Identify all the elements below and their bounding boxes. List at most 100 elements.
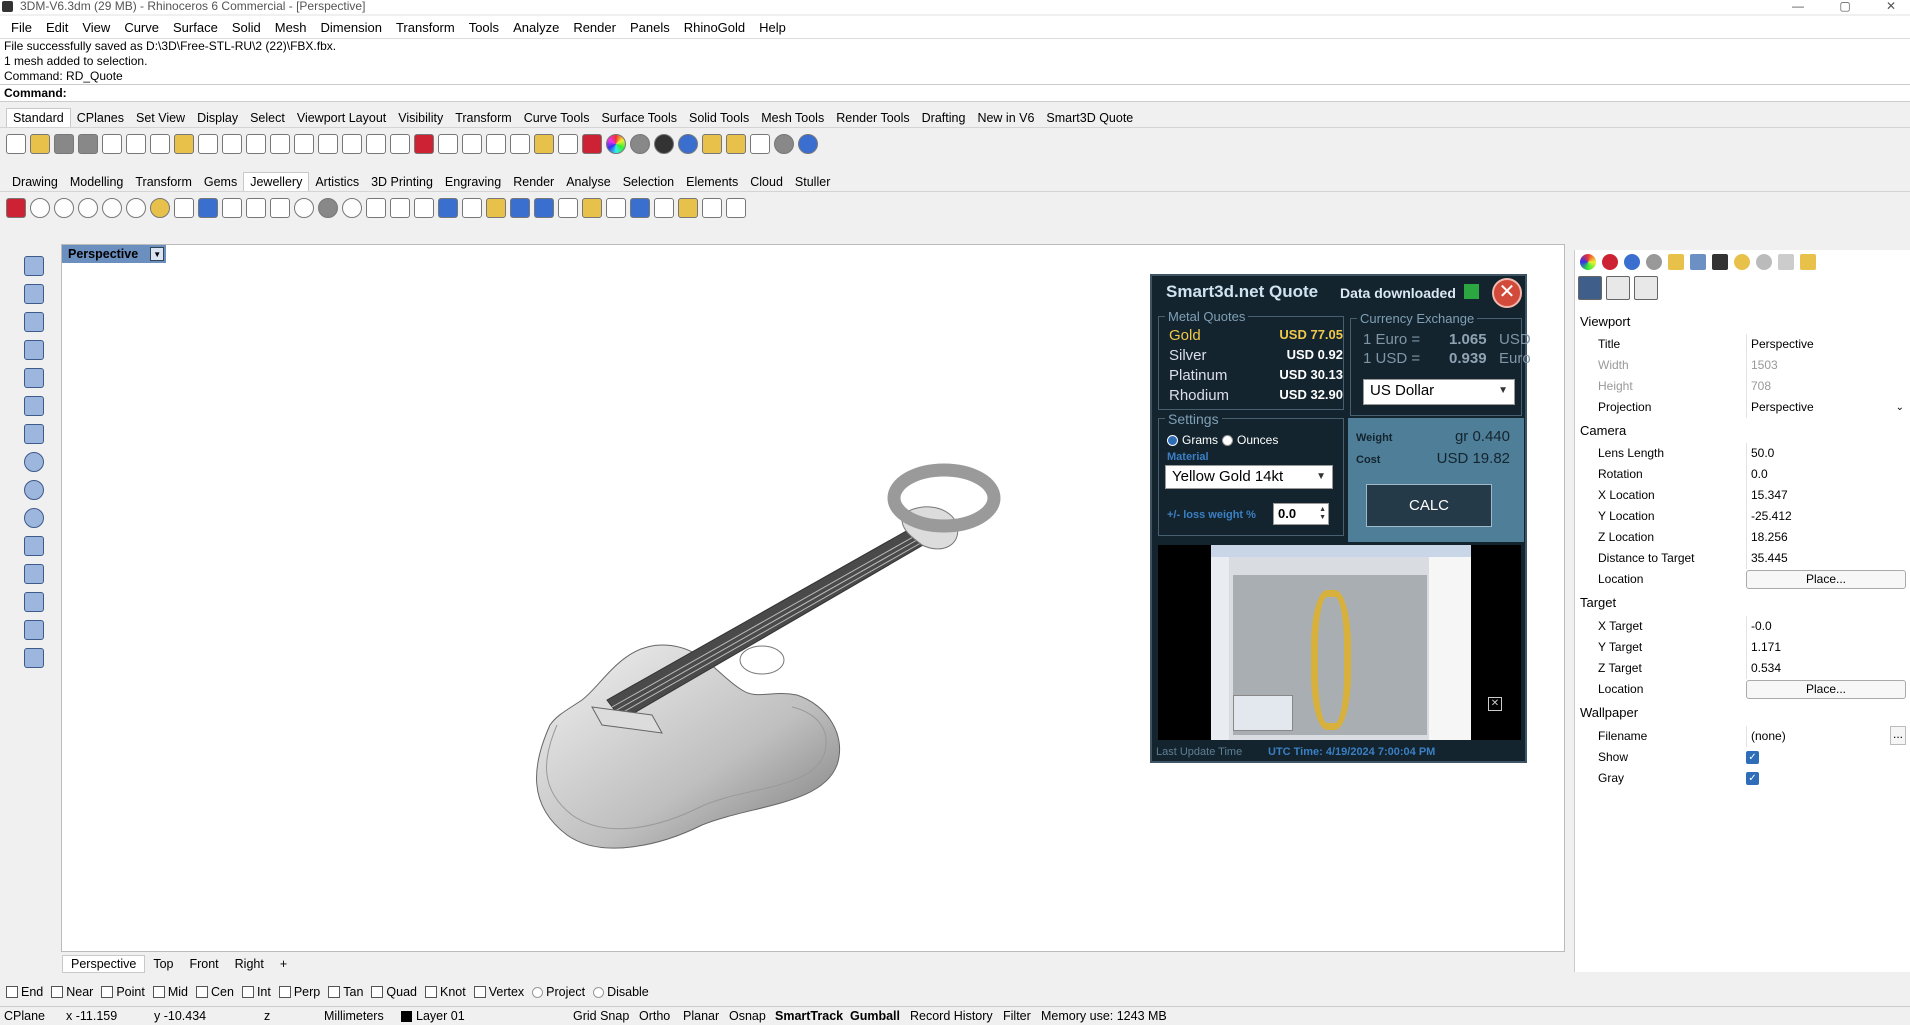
color-wheel-icon[interactable] [1580,254,1596,270]
text-icon[interactable] [702,198,722,218]
cylinder-tool-icon[interactable] [24,368,44,388]
chevron-down-icon[interactable]: ⌄ [1896,397,1904,418]
pan-icon[interactable] [222,134,242,154]
ring-profile-icon[interactable] [78,198,98,218]
gem-ring-icon[interactable] [150,198,170,218]
pattern-icon[interactable] [510,198,530,218]
tab-transform-plugin[interactable]: Transform [129,173,198,191]
gumball-toggle[interactable]: Gumball [850,1007,900,1025]
car-icon[interactable] [414,134,434,154]
osnap-icon[interactable] [486,134,506,154]
viewport-tab-right[interactable]: Right [227,956,272,972]
tab-stuller[interactable]: Stuller [789,173,836,191]
mesh-tool-icon[interactable] [24,648,44,668]
print-icon[interactable] [78,134,98,154]
band-icon[interactable] [54,198,74,218]
ring-tool-icon[interactable] [6,198,26,218]
rendered-sphere-icon[interactable] [654,134,674,154]
units-status[interactable]: Millimeters [324,1007,384,1025]
tab-display[interactable]: Display [191,109,244,127]
chain-icon[interactable] [246,198,266,218]
light-icon[interactable] [1734,254,1750,270]
tab-3d-printing[interactable]: 3D Printing [365,173,439,191]
grid-snap-toggle[interactable]: Grid Snap [573,1007,629,1025]
gallery-icon[interactable] [534,198,554,218]
osnap-near[interactable]: Near [51,985,93,999]
maximize-button[interactable]: ▢ [1834,0,1856,12]
pipe-tool-icon[interactable] [24,536,44,556]
prop-value[interactable]: 1.171 [1746,637,1910,658]
tab-drawing[interactable]: Drawing [6,173,64,191]
ring-size-icon[interactable] [102,198,122,218]
boolean-tool-icon[interactable] [24,592,44,612]
osnap-perp[interactable]: Perp [278,985,320,999]
bead-icon[interactable] [342,198,362,218]
cone-tool-icon[interactable] [24,396,44,416]
tab-selection[interactable]: Selection [617,173,680,191]
layer-icon[interactable] [582,134,602,154]
gray-checkbox[interactable]: ✓ [1746,772,1759,785]
channel-icon[interactable] [414,198,434,218]
spin-arrows-icon[interactable]: ▲ ▼ [1319,506,1326,522]
ring-shank-icon[interactable] [126,198,146,218]
tab-visibility[interactable]: Visibility [392,109,449,127]
tab-drafting[interactable]: Drafting [916,109,972,127]
hammer-icon[interactable] [678,198,698,218]
ortho-toggle[interactable]: Ortho [639,1007,670,1025]
ounces-radio[interactable] [1222,434,1233,446]
minimize-button[interactable]: — [1787,0,1809,12]
loss-weight-input[interactable]: 0.0 ▲ ▼ [1273,503,1329,525]
menu-render[interactable]: Render [566,20,623,35]
osnap-int[interactable]: Int [241,985,271,999]
surface-tool-icon[interactable] [24,312,44,332]
viewport-layout-icon[interactable] [390,134,410,154]
tab-render[interactable]: Render [507,173,560,191]
material-select[interactable]: Yellow Gold 14kt ▼ [1165,465,1333,489]
tab-standard[interactable]: Standard [6,108,71,127]
view-icon[interactable] [1606,276,1630,300]
rotate-view-icon[interactable] [366,134,386,154]
color-wheel-icon[interactable] [606,134,626,154]
close-icon[interactable]: ✕ [1488,697,1502,711]
osnap-project[interactable]: Project [532,985,585,999]
browse-button[interactable]: ... [1890,726,1906,745]
environment-icon[interactable] [1646,254,1662,270]
material-sphere-icon[interactable] [678,134,698,154]
ellipsoid-tool-icon[interactable] [24,480,44,500]
menu-edit[interactable]: Edit [39,20,75,35]
shaded-sphere-icon[interactable] [630,134,650,154]
osnap-end[interactable]: End [6,985,43,999]
help-panel-icon[interactable] [1756,254,1772,270]
tab-viewport-layout[interactable]: Viewport Layout [291,109,392,127]
command-input[interactable]: Command: [0,84,1910,102]
lock-icon[interactable] [558,134,578,154]
menu-transform[interactable]: Transform [389,20,462,35]
help-icon[interactable] [798,134,818,154]
feather-icon[interactable] [654,198,674,218]
osnap-tan[interactable]: Tan [328,985,363,999]
tab-jewellery[interactable]: Jewellery [243,172,310,191]
projection-select[interactable]: Perspective [1746,397,1910,418]
bezel-icon[interactable] [174,198,194,218]
cut-icon[interactable] [126,134,146,154]
tab-modelling[interactable]: Modelling [64,173,130,191]
tab-select[interactable]: Select [244,109,291,127]
smarttrack-toggle[interactable]: SmartTrack [775,1007,843,1025]
osnap-point[interactable]: Point [101,985,145,999]
close-quote-button[interactable]: ✕ [1492,278,1522,308]
target-place-button[interactable]: Place... [1746,680,1906,699]
object-icon[interactable] [1634,276,1658,300]
tab-mesh-tools[interactable]: Mesh Tools [755,109,830,127]
folder-icon[interactable] [1668,254,1684,270]
gear-icon[interactable] [606,198,626,218]
zoom-icon[interactable] [270,134,290,154]
tab-solid-tools[interactable]: Solid Tools [683,109,755,127]
earring-icon[interactable] [558,198,578,218]
clasp-icon[interactable] [486,198,506,218]
osnap-toggle[interactable]: Osnap [729,1007,766,1025]
prop-value[interactable]: 0.534 [1746,658,1910,679]
library-icon[interactable] [1800,254,1816,270]
flower-icon[interactable] [318,198,338,218]
tab-engraving[interactable]: Engraving [439,173,507,191]
promo-video-thumbnail[interactable]: ✕ [1158,545,1521,740]
